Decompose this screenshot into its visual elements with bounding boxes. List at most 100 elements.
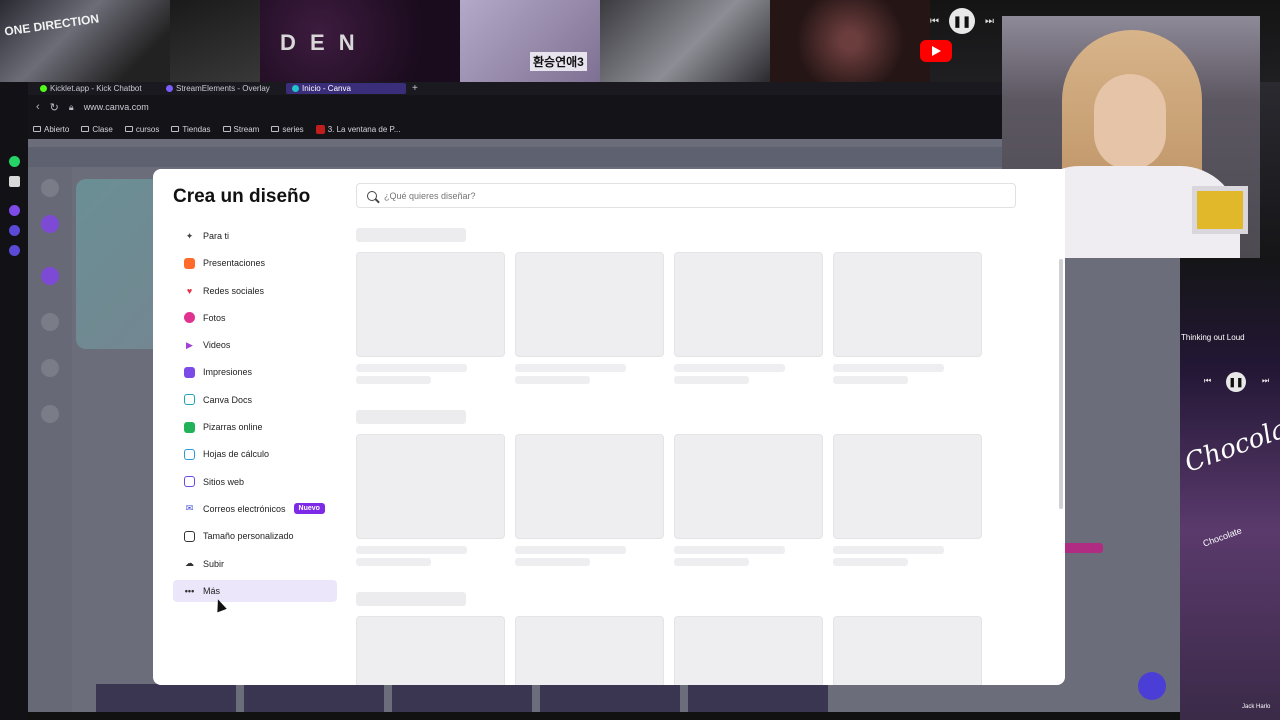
- projects-icon: [41, 267, 59, 285]
- menu-item-canva-docs[interactable]: Canva Docs: [173, 389, 337, 411]
- design-type-menu: ✦ Para ti Presentaciones ♥ Redes sociales …: [173, 225, 337, 607]
- bookmark-label: Abierto: [44, 124, 70, 134]
- tab-kicklet[interactable]: Kicklet.app - Kick Chatbot: [34, 83, 154, 94]
- video-icon: ▶: [186, 339, 193, 350]
- tab-favicon-icon: [166, 85, 173, 92]
- menu-item-mas[interactable]: ••• Más: [173, 579, 337, 602]
- skeleton-card: [515, 616, 664, 685]
- menu-item-label: Más: [203, 585, 221, 596]
- tab-canva[interactable]: Inicio - Canva: [286, 83, 406, 94]
- tab-favicon-icon: [40, 85, 47, 92]
- design-search-box[interactable]: [356, 183, 1016, 208]
- album-art-tile: ONE DIRECTION: [0, 0, 170, 82]
- bookmark-item[interactable]: cursos: [124, 125, 159, 134]
- song-title: Thinking out Loud: [1181, 333, 1245, 342]
- album-art-tile: [770, 0, 930, 82]
- bookmark-item[interactable]: 3. La ventana de P...: [315, 124, 401, 134]
- pause-button[interactable]: ❚❚: [1226, 372, 1246, 392]
- skeleton-card: [674, 252, 823, 384]
- menu-item-label: Canva Docs: [203, 394, 253, 405]
- design-search-input[interactable]: [384, 190, 984, 201]
- new-tab-icon[interactable]: +: [412, 83, 418, 94]
- create-icon: [41, 179, 59, 197]
- menu-item-videos[interactable]: ▶ Videos: [173, 334, 337, 356]
- skeleton-section: [356, 410, 986, 566]
- presentation-icon: [184, 257, 195, 269]
- skeleton-section: [356, 592, 986, 685]
- website-icon: [184, 476, 195, 488]
- menu-item-hojas[interactable]: Hojas de cálculo: [173, 443, 337, 465]
- camera-icon: [184, 312, 195, 324]
- canva-sidebar: [28, 167, 72, 720]
- tab-favicon-icon: [292, 85, 299, 92]
- pause-button[interactable]: ❚❚: [949, 8, 975, 34]
- media-controls: ⏮ ❚❚ ⏭: [930, 8, 994, 34]
- menu-item-label: Tamaño personalizado: [203, 531, 294, 542]
- loading-content: [356, 228, 986, 685]
- menu-item-tamano[interactable]: Tamaño personalizado: [173, 525, 337, 547]
- menu-item-correos[interactable]: ✉ Correos electrónicos Nuevo: [173, 498, 337, 520]
- menu-item-label: Hojas de cálculo: [203, 449, 270, 460]
- folder-icon: [171, 126, 180, 132]
- tab-label: StreamElements - Overlay: [176, 84, 270, 93]
- menu-item-presentaciones[interactable]: Presentaciones: [173, 252, 337, 274]
- skeleton-card: [515, 434, 664, 566]
- bookmark-item[interactable]: Tiendas: [171, 125, 211, 134]
- folder-icon: [33, 126, 41, 132]
- bookmark-item[interactable]: Stream: [222, 125, 259, 134]
- x-icon[interactable]: [9, 176, 20, 187]
- tab-streamelements[interactable]: StreamElements - Overlay: [160, 83, 280, 94]
- menu-item-label: Videos: [203, 340, 231, 351]
- album-art-tile: 환승연애3: [460, 0, 600, 82]
- previous-icon[interactable]: ⏮: [930, 16, 939, 27]
- url-text[interactable]: www.canva.com: [84, 102, 149, 112]
- menu-item-impresiones[interactable]: Impresiones: [173, 361, 337, 383]
- mug: [1192, 186, 1248, 234]
- album-art-tile: [600, 0, 770, 82]
- create-design-modal: Crea un diseño ✦ Para ti Presentaciones ♥…: [153, 169, 1065, 685]
- bookmark-item[interactable]: series: [271, 125, 304, 134]
- menu-item-para-ti[interactable]: ✦ Para ti: [173, 225, 337, 247]
- album-art-tile: D E N: [260, 0, 460, 82]
- next-icon[interactable]: ⏭: [1262, 376, 1269, 386]
- skeleton-card: [674, 434, 823, 566]
- folder-icon: [81, 126, 90, 132]
- menu-item-sitios-web[interactable]: Sitios web: [173, 471, 337, 493]
- previous-icon[interactable]: ⏮: [1204, 376, 1211, 386]
- bookmark-item[interactable]: Abierto: [33, 125, 69, 134]
- app-icon[interactable]: [9, 205, 20, 216]
- menu-item-redes-sociales[interactable]: ♥ Redes sociales: [173, 280, 337, 302]
- history-icon[interactable]: [9, 225, 20, 236]
- skeleton-title: [356, 228, 466, 242]
- album-art-tile: [170, 0, 260, 82]
- skeleton-card: [674, 616, 823, 685]
- album-subtitle: Chocolate: [1201, 525, 1244, 549]
- taskbar: [28, 712, 1180, 720]
- tab-label: Inicio - Canva: [302, 84, 351, 93]
- menu-item-pizarras[interactable]: Pizarras online: [173, 416, 337, 438]
- print-icon: [184, 366, 195, 378]
- app-sidebar: [0, 82, 28, 720]
- reload-icon[interactable]: ↻: [50, 101, 59, 114]
- bookmark-item[interactable]: Clase: [81, 125, 113, 134]
- modal-scrollbar[interactable]: [1059, 259, 1063, 509]
- brand-icon: [41, 359, 59, 377]
- album-art-text: 환승연애3: [530, 52, 587, 71]
- tab-bar: Kicklet.app - Kick Chatbot StreamElement…: [28, 82, 1002, 95]
- screen: ONE DIRECTION D E N 환승연애3 ⏮ ❚❚ ⏭ Kicklet…: [0, 0, 1280, 720]
- menu-item-fotos[interactable]: Fotos: [173, 307, 337, 329]
- menu-item-label: Impresiones: [203, 367, 253, 378]
- menu-item-label: Redes sociales: [203, 285, 265, 296]
- search-icon: [367, 190, 377, 201]
- back-icon[interactable]: ‹: [36, 101, 40, 113]
- promo-badge: [1063, 543, 1103, 553]
- whatsapp-icon[interactable]: [9, 156, 20, 167]
- more-icon: •••: [184, 585, 195, 596]
- person-face: [1094, 74, 1166, 170]
- settings-icon[interactable]: [9, 245, 20, 256]
- skeleton-title: [356, 592, 466, 606]
- next-icon[interactable]: ⏭: [985, 16, 994, 27]
- sheet-icon: [184, 448, 195, 460]
- menu-item-subir[interactable]: ☁ Subir: [173, 553, 337, 575]
- apps-icon: [41, 405, 59, 423]
